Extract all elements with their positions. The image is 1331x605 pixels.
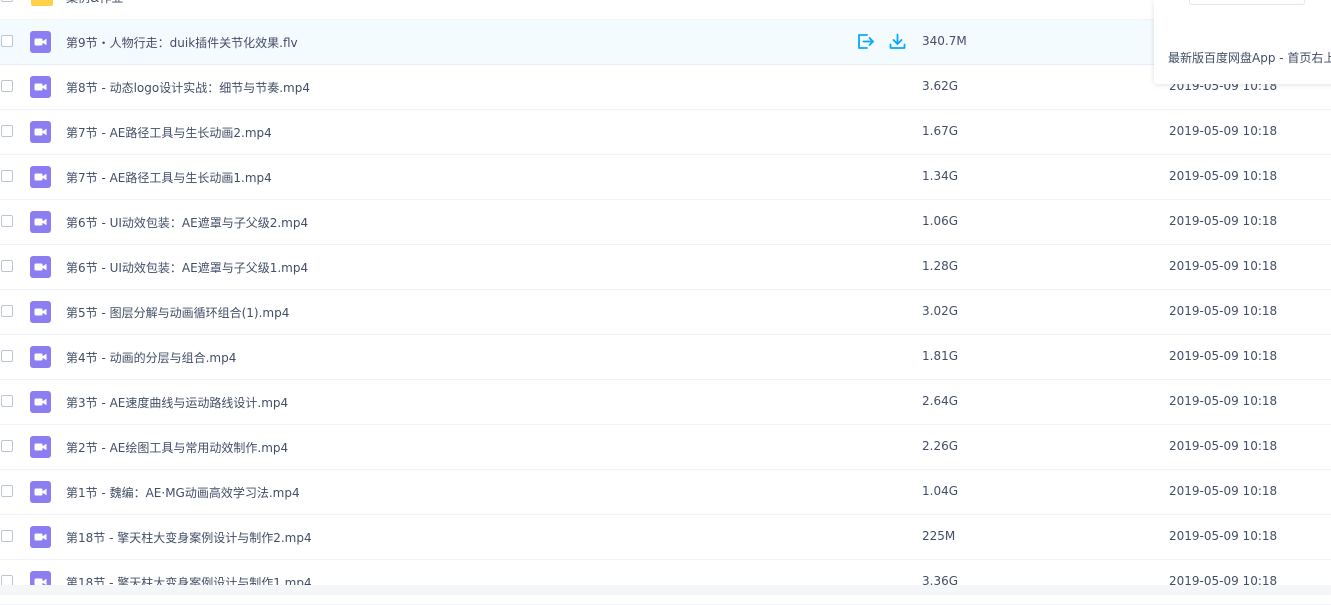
file-name-link[interactable]: 第7节 - AE路径工具与生长动画1.mp4	[66, 169, 272, 186]
file-size: 225M	[922, 529, 956, 543]
popup-search-field[interactable]	[1189, 0, 1305, 5]
file-name-link[interactable]: 案例&作业	[66, 0, 123, 6]
row-checkbox[interactable]	[1, 485, 13, 497]
app-promo-popup: 最新版百度网盘App - 首页右上	[1154, 0, 1331, 84]
video-file-icon	[30, 166, 51, 188]
file-size: 1.04G	[922, 484, 959, 498]
share-icon[interactable]	[856, 32, 875, 51]
file-name-link[interactable]: 第2节 - AE绘图工具与常用动效制作.mp4	[66, 439, 288, 456]
video-file-icon	[30, 526, 51, 548]
file-size: 3.02G	[922, 304, 959, 318]
file-size: 2.26G	[922, 439, 959, 453]
file-row[interactable]: 第18节 - 擎天柱大变身案例设计与制作1.mp4 3.36G 2019-05-09…	[0, 560, 1331, 605]
file-row[interactable]: 第9节・人物行走：duik插件关节化效果.flv 340.7M	[0, 20, 1331, 65]
file-name-link[interactable]: 第4节 - 动画的分层与组合.mp4	[66, 349, 236, 366]
file-size: 1.06G	[922, 214, 959, 228]
file-modified-time: 2019-05-09 10:18	[1169, 259, 1278, 273]
video-file-icon	[30, 391, 51, 413]
file-modified-time: 2019-05-09 10:18	[1169, 349, 1278, 363]
file-modified-time: 2019-05-09 10:18	[1169, 394, 1278, 408]
file-row[interactable]: 第7节 - AE路径工具与生长动画1.mp4 1.34G 2019-05-09 10…	[0, 155, 1331, 200]
file-size: 340.7M	[922, 34, 967, 48]
file-name-link[interactable]: 第6节 - UI动效包装：AE遮罩与子父级2.mp4	[66, 214, 308, 231]
video-file-icon	[30, 211, 51, 233]
file-name-link[interactable]: 第5节 - 图层分解与动画循环组合(1).mp4	[66, 304, 289, 321]
row-checkbox[interactable]	[1, 80, 13, 92]
file-name-link[interactable]: 第1节 - 魏编：AE·MG动画高效学习法.mp4	[66, 484, 300, 501]
row-checkbox[interactable]	[1, 305, 13, 317]
file-name-link[interactable]: 第18节 - 擎天柱大变身案例设计与制作2.mp4	[66, 529, 312, 546]
row-checkbox[interactable]	[1, 395, 13, 407]
file-modified-time: 2019-05-09 10:18	[1169, 484, 1278, 498]
file-size: 1.81G	[922, 349, 959, 363]
file-row[interactable]: 第3节 - AE速度曲线与运动路线设计.mp4 2.64G 2019-05-09 1…	[0, 380, 1331, 425]
file-list: 案例&作业第9节・人物行走：duik插件关节化效果.flv 340.7M 第8节 -…	[0, 0, 1331, 605]
video-file-icon	[30, 31, 51, 53]
video-file-icon	[30, 436, 51, 458]
download-icon[interactable]	[888, 32, 907, 51]
row-checkbox[interactable]	[1, 530, 13, 542]
video-file-icon	[30, 121, 51, 143]
file-name-link[interactable]: 第8节 - 动态logo设计实战：细节与节奏.mp4	[66, 79, 310, 96]
file-row[interactable]: 第5节 - 图层分解与动画循环组合(1).mp4 3.02G 2019-05-09 …	[0, 290, 1331, 335]
file-row[interactable]: 第7节 - AE路径工具与生长动画2.mp4 1.67G 2019-05-09 10…	[0, 110, 1331, 155]
file-row[interactable]: 第6节 - UI动效包装：AE遮罩与子父级1.mp4 1.28G 2019-05-0…	[0, 245, 1331, 290]
file-row[interactable]: 第8节 - 动态logo设计实战：细节与节奏.mp4 3.62G 2019-05-0…	[0, 65, 1331, 110]
file-row[interactable]: 第4节 - 动画的分层与组合.mp4 1.81G 2019-05-09 10:18	[0, 335, 1331, 380]
popup-text: 最新版百度网盘App - 首页右上	[1168, 51, 1331, 65]
file-row[interactable]: 第1节 - 魏编：AE·MG动画高效学习法.mp4 1.04G 2019-05-09…	[0, 470, 1331, 515]
file-row[interactable]: 第18节 - 擎天柱大变身案例设计与制作2.mp4 225M 2019-05-09 …	[0, 515, 1331, 560]
row-checkbox[interactable]	[1, 440, 13, 452]
row-checkbox[interactable]	[1, 125, 13, 137]
file-name-link[interactable]: 第7节 - AE路径工具与生长动画2.mp4	[66, 124, 272, 141]
row-checkbox[interactable]	[1, 215, 13, 227]
file-name-link[interactable]: 第6节 - UI动效包装：AE遮罩与子父级1.mp4	[66, 259, 308, 276]
row-checkbox[interactable]	[1, 35, 13, 47]
file-modified-time: 2019-05-09 10:18	[1169, 439, 1278, 453]
file-row[interactable]: 第2节 - AE绘图工具与常用动效制作.mp4 2.26G 2019-05-09 1…	[0, 425, 1331, 470]
file-size: 2.64G	[922, 394, 959, 408]
horizontal-scrollbar[interactable]	[0, 585, 1331, 595]
row-checkbox[interactable]	[1, 170, 13, 182]
file-modified-time: 2019-05-09 10:18	[1169, 124, 1278, 138]
file-size: 3.62G	[922, 79, 959, 93]
file-size: 1.28G	[922, 259, 959, 273]
file-modified-time: 2019-05-09 10:18	[1169, 529, 1278, 543]
row-checkbox[interactable]	[1, 260, 13, 272]
video-file-icon	[30, 346, 51, 368]
file-row[interactable]: 第6节 - UI动效包装：AE遮罩与子父级2.mp4 1.06G 2019-05-0…	[0, 200, 1331, 245]
video-file-icon	[30, 301, 51, 323]
file-name-link[interactable]: 第3节 - AE速度曲线与运动路线设计.mp4	[66, 394, 288, 411]
video-file-icon	[30, 76, 51, 98]
row-checkbox[interactable]	[1, 350, 13, 362]
file-modified-time: 2019-05-09 10:18	[1169, 304, 1278, 318]
folder-icon	[30, 0, 53, 8]
video-file-icon	[30, 256, 51, 278]
file-modified-time: 2019-05-09 10:18	[1169, 169, 1278, 183]
file-size: 1.34G	[922, 169, 959, 183]
file-name-link[interactable]: 第9节・人物行走：duik插件关节化效果.flv	[66, 34, 298, 51]
row-actions	[856, 32, 907, 52]
file-modified-time: 2019-05-09 10:18	[1169, 214, 1278, 228]
row-checkbox[interactable]	[1, 0, 13, 2]
file-size: 1.67G	[922, 124, 959, 138]
file-row[interactable]: 案例&作业	[0, 0, 1331, 20]
video-file-icon	[30, 481, 51, 503]
